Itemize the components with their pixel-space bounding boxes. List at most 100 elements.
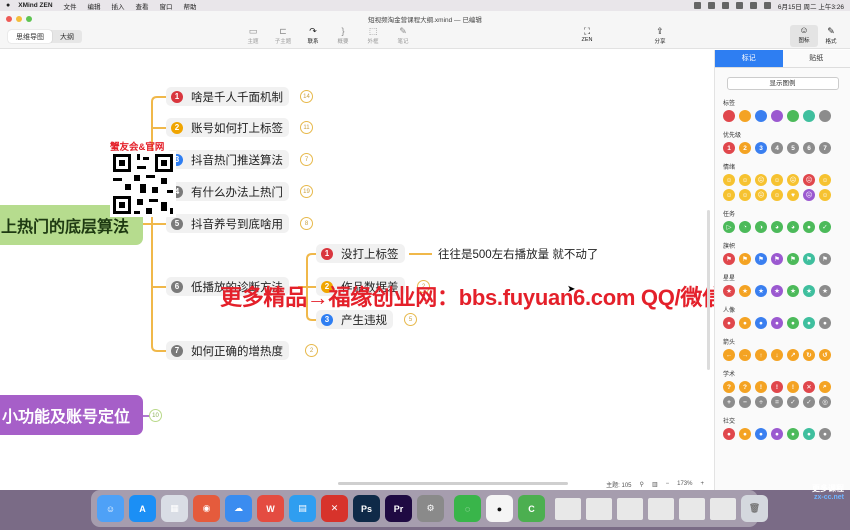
- marker-icon[interactable]: ●: [739, 317, 751, 329]
- root-topic-positioning[interactable]: 小功能及账号定位: [0, 395, 143, 435]
- app-store-icon[interactable]: A: [129, 495, 156, 522]
- zoom-in-button[interactable]: +: [700, 481, 704, 487]
- marker-icon[interactable]: ★: [819, 285, 831, 297]
- marker-icon[interactable]: ✓: [803, 396, 815, 408]
- leaf-topic[interactable]: 往往是500左右播放量 就不动了: [438, 246, 598, 262]
- marker-icon[interactable]: ★: [739, 285, 751, 297]
- marker-icon[interactable]: ☺: [819, 189, 831, 201]
- share-button[interactable]: ⇪ 分享: [645, 26, 675, 45]
- menu-window[interactable]: 窗口: [160, 1, 173, 11]
- wechat-icon[interactable]: ◌: [454, 495, 481, 522]
- marker-icon[interactable]: 2: [739, 142, 751, 154]
- marker-icon[interactable]: [803, 110, 815, 122]
- marker-icon[interactable]: ●: [723, 317, 735, 329]
- marker-icon[interactable]: ●: [739, 428, 751, 440]
- recent-window-4[interactable]: [648, 497, 674, 520]
- marker-icon[interactable]: ♥: [787, 189, 799, 201]
- branch-5-count[interactable]: 8: [300, 217, 313, 230]
- marker-icon[interactable]: ◕: [771, 221, 783, 233]
- marker-icon[interactable]: 4: [771, 142, 783, 154]
- control-center-icon[interactable]: [763, 2, 771, 9]
- branch-5[interactable]: 5 抖音养号到底啥用: [166, 214, 289, 233]
- launchpad-icon[interactable]: ▦: [161, 495, 188, 522]
- format-panel-button[interactable]: ✎ 格式: [817, 26, 845, 45]
- marker-icon[interactable]: ⌕: [819, 381, 831, 393]
- search-icon[interactable]: [749, 2, 757, 9]
- apple-icon[interactable]: ●: [6, 2, 10, 9]
- marker-icon[interactable]: !: [755, 381, 767, 393]
- marker-icon[interactable]: [787, 110, 799, 122]
- finder-icon[interactable]: ☺: [97, 495, 124, 522]
- marker-icon[interactable]: 7: [819, 142, 831, 154]
- marker-icon[interactable]: 1: [723, 142, 735, 154]
- marker-icon[interactable]: [739, 110, 751, 122]
- recent-window-2[interactable]: [586, 497, 612, 520]
- baidu-netdisk-icon[interactable]: ☁: [225, 495, 252, 522]
- branch-7-count[interactable]: 2: [305, 344, 318, 357]
- marker-icon[interactable]: ●: [723, 428, 735, 440]
- branch-7[interactable]: 7 如何正确的增热度: [166, 341, 289, 360]
- marker-icon[interactable]: ⚑: [787, 253, 799, 265]
- menu-app-name[interactable]: XMind ZEN: [18, 2, 52, 9]
- marker-icon[interactable]: !: [787, 381, 799, 393]
- marker-icon[interactable]: ●: [755, 428, 767, 440]
- marker-icon[interactable]: ☺: [771, 174, 783, 186]
- marker-icon[interactable]: ☺: [739, 174, 751, 186]
- marker-icon[interactable]: [755, 110, 767, 122]
- branch-2-count[interactable]: 11: [300, 121, 313, 134]
- branch-2[interactable]: 2 账号如何打上标签: [166, 118, 289, 137]
- wps-tray-icon[interactable]: [693, 2, 701, 9]
- map-icon[interactable]: ▥: [652, 481, 658, 488]
- topic-button[interactable]: ▭ 主题: [238, 26, 268, 45]
- marker-icon[interactable]: ↑: [755, 349, 767, 361]
- marker-icon[interactable]: 6: [803, 142, 815, 154]
- xmind-icon[interactable]: ✕: [321, 495, 348, 522]
- marker-icon[interactable]: ●: [787, 317, 799, 329]
- summary-button[interactable]: } 概要: [328, 26, 358, 45]
- photoshop-icon[interactable]: Ps: [353, 495, 380, 522]
- marker-icon[interactable]: ☺: [819, 174, 831, 186]
- relationship-button[interactable]: ↷ 联系: [298, 26, 328, 45]
- horizontal-scrollbar[interactable]: [338, 482, 568, 485]
- marker-icon[interactable]: ✓: [787, 396, 799, 408]
- marker-icon[interactable]: ★: [787, 285, 799, 297]
- marker-icon[interactable]: ☺: [771, 189, 783, 201]
- marker-icon[interactable]: ⚑: [723, 253, 735, 265]
- tab-markers[interactable]: 标记: [715, 50, 783, 68]
- recent-window-3[interactable]: [617, 497, 643, 520]
- branch-3[interactable]: 3 抖音热门推送算法: [166, 150, 289, 169]
- marker-icon[interactable]: ⚑: [755, 253, 767, 265]
- mindmap-canvas[interactable]: 上热门的底层算法 小功能及账号定位 10 1 啥是千人千面机制 14 2 账号如…: [0, 50, 714, 490]
- marker-icon[interactable]: →: [739, 349, 751, 361]
- marker-icon[interactable]: ☹: [803, 189, 815, 201]
- show-legend-button[interactable]: 显示图例: [726, 77, 839, 90]
- sub-branch-3-count[interactable]: 5: [404, 313, 417, 326]
- marker-icon[interactable]: ☺: [723, 189, 735, 201]
- marker-icon[interactable]: !: [771, 381, 783, 393]
- menu-insert[interactable]: 插入: [112, 1, 125, 11]
- marker-icon[interactable]: ●: [803, 317, 815, 329]
- marker-icon[interactable]: ⚑: [771, 253, 783, 265]
- icons-panel-button[interactable]: ☺ 图标: [790, 25, 818, 47]
- marker-icon[interactable]: ⚑: [803, 253, 815, 265]
- marker-icon[interactable]: ☹: [787, 174, 799, 186]
- marker-icon[interactable]: ●: [819, 428, 831, 440]
- boundary-button[interactable]: ⬚ 外框: [358, 26, 388, 45]
- vertical-scrollbar[interactable]: [707, 210, 710, 370]
- marker-icon[interactable]: ★: [755, 285, 767, 297]
- marker-icon[interactable]: ◔: [739, 221, 751, 233]
- marker-icon[interactable]: ÷: [755, 396, 767, 408]
- sub-branch-1[interactable]: 1 没打上标签: [316, 244, 405, 263]
- marker-icon[interactable]: ●: [771, 317, 783, 329]
- tab-mindmap[interactable]: 思维导图: [8, 30, 52, 43]
- marker-icon[interactable]: =: [771, 396, 783, 408]
- subtopic-button[interactable]: ⊏ 子主题: [268, 26, 298, 45]
- menubar-clock[interactable]: 6月15日 周二 上午3:26: [778, 1, 844, 11]
- marker-icon[interactable]: ●: [803, 221, 815, 233]
- marker-icon[interactable]: 3: [755, 142, 767, 154]
- keynote-icon[interactable]: ▤: [289, 495, 316, 522]
- branch-1[interactable]: 1 啥是千人千面机制: [166, 87, 289, 106]
- menu-file[interactable]: 文件: [64, 1, 77, 11]
- menu-help[interactable]: 帮助: [184, 1, 197, 11]
- marker-icon[interactable]: ☹: [755, 174, 767, 186]
